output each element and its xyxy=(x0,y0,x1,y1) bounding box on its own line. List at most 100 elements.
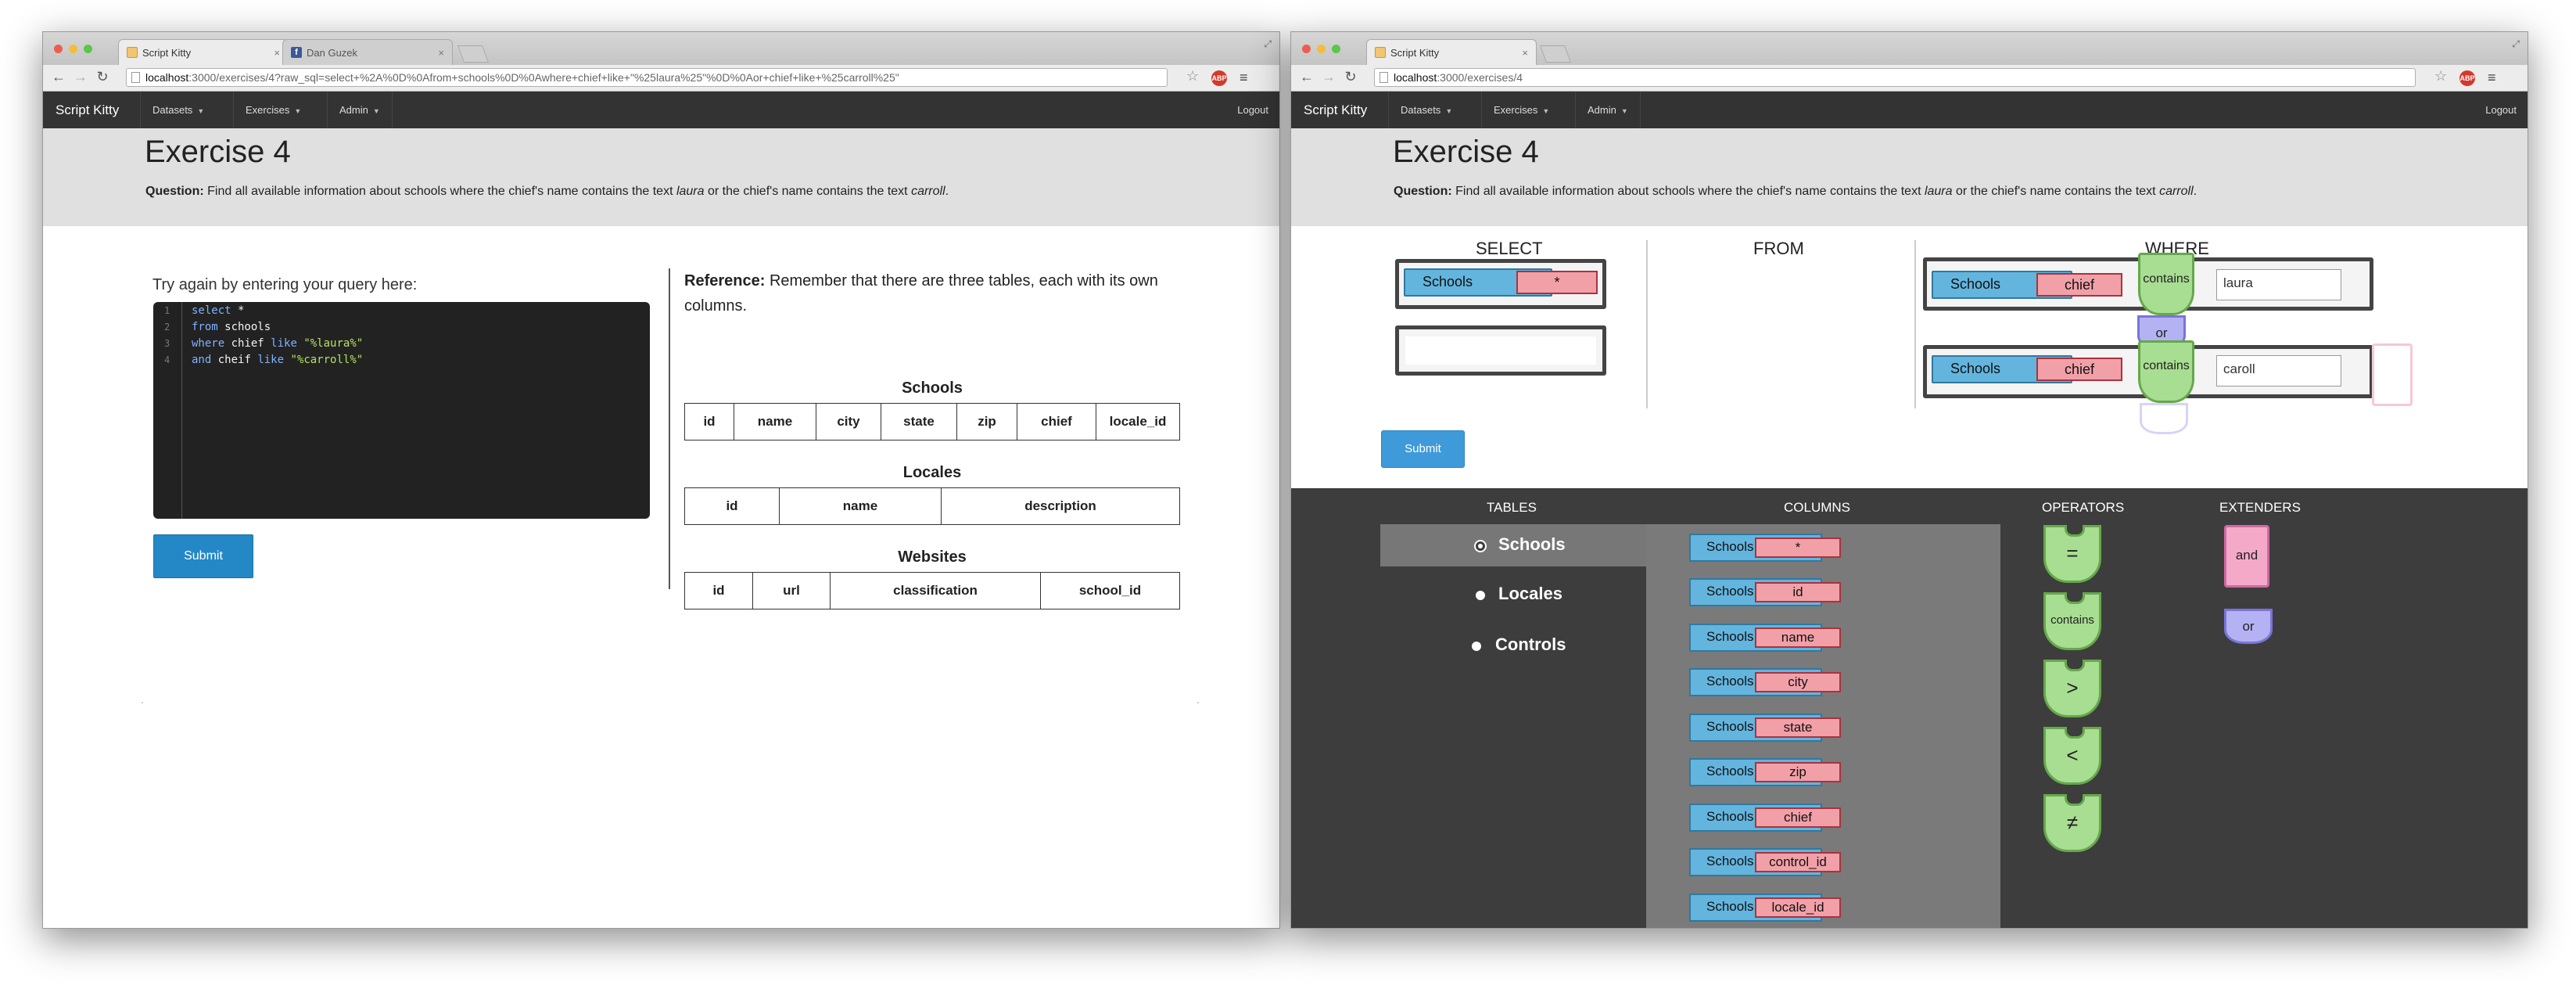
question-part: . xyxy=(2193,185,2197,198)
extender-or-block[interactable]: or xyxy=(2224,609,2273,644)
line-gutter: 1 2 3 4 xyxy=(153,302,182,519)
cond1-operator-block[interactable]: contains xyxy=(2138,253,2194,315)
nav-exercises[interactable]: Exercises ▼ xyxy=(1481,92,1561,128)
window-controls xyxy=(54,45,92,53)
line-number: 2 xyxy=(164,322,170,333)
palette-column-block[interactable]: zip xyxy=(1755,762,1841,782)
close-tab-icon[interactable]: × xyxy=(274,47,280,59)
operator-equals-block[interactable]: = xyxy=(2043,525,2101,583)
operator-less-block[interactable]: < xyxy=(2043,727,2101,785)
select-slot-empty[interactable] xyxy=(1395,325,1606,376)
decorative-dot xyxy=(1197,702,1199,703)
forward-arrow-icon[interactable]: → xyxy=(1321,69,1336,85)
browser-tab-dan-guzek[interactable]: f Dan Guzek × xyxy=(282,39,453,65)
forward-arrow-icon[interactable]: → xyxy=(73,69,88,85)
sql-text: cheif xyxy=(211,354,258,366)
cond2-column-block[interactable]: chief xyxy=(2036,358,2122,381)
extender-and-block[interactable]: and xyxy=(2224,525,2269,588)
submit-button[interactable]: Submit xyxy=(1381,430,1465,468)
close-tab-icon[interactable]: × xyxy=(438,47,444,59)
radio-icon[interactable] xyxy=(1476,591,1485,600)
select-column-block[interactable]: * xyxy=(1516,271,1598,294)
logout-link[interactable]: Logout xyxy=(2485,92,2517,128)
browser-menu-icon[interactable]: ≡ xyxy=(2488,70,2496,86)
websites-columns-table: id url classification school_id xyxy=(684,572,1180,609)
table-option-schools[interactable]: Schools xyxy=(1498,534,1566,555)
brand-link[interactable]: Script Kitty xyxy=(1304,102,1367,118)
exercise-content: Try again by entering your query here: 1… xyxy=(43,226,1279,928)
back-arrow-icon[interactable]: ← xyxy=(1299,69,1315,85)
brand-link[interactable]: Script Kitty xyxy=(56,102,119,118)
cond2-value-input[interactable]: caroll xyxy=(2216,355,2341,387)
logout-link[interactable]: Logout xyxy=(1237,92,1268,128)
adblock-icon[interactable]: ABP xyxy=(1211,70,1227,86)
block-notch xyxy=(2065,525,2085,537)
schools-col: name xyxy=(734,403,816,440)
exercise-header: Exercise 4 Question: Find all available … xyxy=(43,128,1279,226)
schools-col: locale_id xyxy=(1096,403,1180,440)
palette-column-block[interactable]: name xyxy=(1755,627,1841,648)
adblock-icon[interactable]: ABP xyxy=(2459,70,2475,86)
fullscreen-icon[interactable]: ⤢ xyxy=(1264,38,1272,50)
operator-not-equal-block[interactable]: ≠ xyxy=(2043,794,2101,852)
schools-columns-table: id name city state zip chief locale_id xyxy=(684,403,1180,440)
question-term: carroll xyxy=(2159,185,2194,198)
tab-title: Script Kitty xyxy=(1390,46,1440,59)
columns-panel: Schools * Schools id Schools name School… xyxy=(1646,524,2000,928)
facebook-favicon-icon: f xyxy=(291,47,302,58)
palette-column-block[interactable]: chief xyxy=(1755,807,1841,828)
cond1-column-block[interactable]: chief xyxy=(2036,273,2122,297)
palette-column-block[interactable]: city xyxy=(1755,672,1841,692)
operator-contains-block[interactable]: contains xyxy=(2043,592,2101,650)
palette-column-block[interactable]: id xyxy=(1755,582,1841,602)
table-option-locales[interactable]: Locales xyxy=(1498,584,1562,604)
nav-admin[interactable]: Admin ▼ xyxy=(327,92,393,128)
nav-admin[interactable]: Admin ▼ xyxy=(1575,92,1641,128)
fullscreen-icon[interactable]: ⤢ xyxy=(2512,38,2520,50)
bookmark-star-icon[interactable]: ☆ xyxy=(2434,68,2447,84)
websites-col: id xyxy=(684,572,753,609)
palette-column-block[interactable]: locale_id xyxy=(1755,897,1841,918)
browser-menu-icon[interactable]: ≡ xyxy=(1240,70,1248,86)
radio-selected-icon[interactable] xyxy=(1476,541,1485,551)
zoom-window-button[interactable] xyxy=(84,45,92,53)
nav-datasets[interactable]: Datasets ▼ xyxy=(140,92,216,128)
operator-label: < xyxy=(2066,743,2079,767)
palette-column-block[interactable]: state xyxy=(1755,717,1841,738)
zoom-window-button[interactable] xyxy=(1332,45,1340,53)
browser-tab-script-kitty[interactable]: Script Kitty × xyxy=(1366,39,1537,65)
cond2-operator-block[interactable]: contains xyxy=(2138,340,2194,403)
question-label: Question: xyxy=(145,185,204,198)
sql-editor[interactable]: 1 2 3 4 select * from schools where chie… xyxy=(153,302,650,519)
operator-greater-block[interactable]: > xyxy=(2043,660,2101,717)
close-tab-icon[interactable]: × xyxy=(1522,47,1528,59)
minimize-window-button[interactable] xyxy=(1317,45,1326,53)
address-bar[interactable]: localhost:3000/exercises/4 xyxy=(1374,68,2416,87)
sql-keyword: like xyxy=(271,337,297,350)
page-title: Exercise 4 xyxy=(1393,135,1539,169)
reload-icon[interactable]: ↻ xyxy=(95,69,110,85)
code-line-4: and cheif like "%carroll%" xyxy=(192,354,363,366)
select-slot-filled[interactable]: Schools * xyxy=(1395,259,1606,309)
nav-datasets[interactable]: Datasets ▼ xyxy=(1388,92,1464,128)
query-builder: SELECT FROM WHERE Schools * Schools chie… xyxy=(1291,226,2528,488)
radio-icon[interactable] xyxy=(1472,642,1481,651)
submit-button[interactable]: Submit xyxy=(153,534,253,578)
address-bar[interactable]: localhost:3000/exercises/4?raw_sql=selec… xyxy=(126,68,1168,87)
cond1-value-input[interactable]: laura xyxy=(2216,269,2341,300)
minimize-window-button[interactable] xyxy=(69,45,77,53)
table-option-controls[interactable]: Controls xyxy=(1495,635,1566,655)
nav-exercises[interactable]: Exercises ▼ xyxy=(233,92,313,128)
sql-string: "%carroll%" xyxy=(284,354,364,366)
new-tab-button[interactable] xyxy=(457,45,490,63)
new-tab-button[interactable] xyxy=(1539,45,1572,63)
palette-column-block[interactable]: control_id xyxy=(1755,852,1841,872)
websites-col: school_id xyxy=(1040,572,1180,609)
close-window-button[interactable] xyxy=(54,45,63,53)
browser-tab-script-kitty[interactable]: Script Kitty × xyxy=(118,39,289,65)
back-arrow-icon[interactable]: ← xyxy=(51,69,66,85)
palette-column-block[interactable]: * xyxy=(1755,538,1841,558)
bookmark-star-icon[interactable]: ☆ xyxy=(1186,68,1199,84)
reload-icon[interactable]: ↻ xyxy=(1343,69,1358,85)
close-window-button[interactable] xyxy=(1302,45,1311,53)
